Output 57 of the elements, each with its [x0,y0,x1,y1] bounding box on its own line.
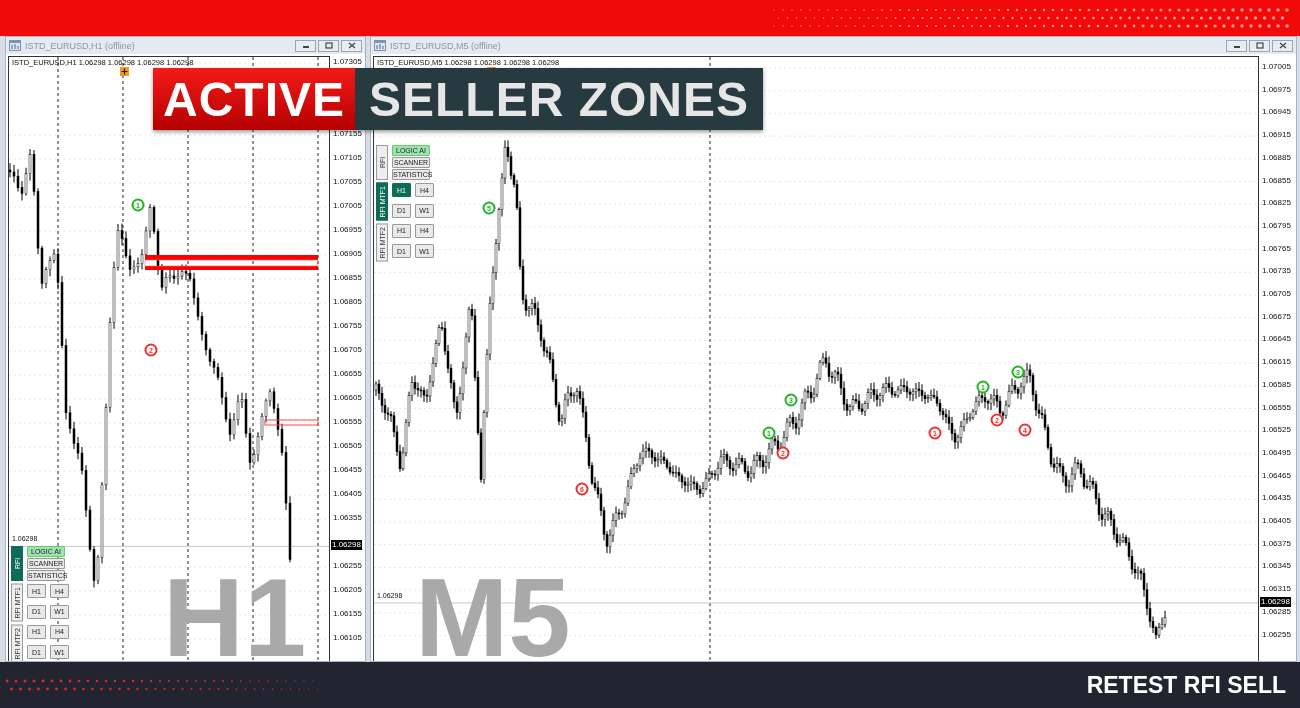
axis-label: 1.06885 [1262,152,1291,163]
axis-label: 1.06155 [333,609,362,619]
axis-label: 1.06375 [1262,538,1291,549]
axis-label: 1.06105 [333,633,362,643]
axis-label: 1.06255 [1262,629,1291,640]
axis-label: 1.07155 [333,129,362,139]
axis-label: 1.06855 [1262,175,1291,186]
axis-label: 1.06735 [1262,266,1291,277]
axis-label: 1.06405 [1262,516,1291,526]
axis-label: 1.06555 [1262,402,1291,413]
window-title: ISTD_EURUSD,M5 (offline) [390,40,502,51]
axis-label: 1.06505 [333,441,362,451]
footer-caption: RETEST RFI SELL [1086,671,1286,699]
timeframe-label: H1 [163,562,307,661]
axis-label: 1.06945 [1262,107,1291,118]
axis-label: 1.06285 [1262,606,1291,617]
axis-label: 1.06805 [333,297,362,307]
axis-label: 1.07305 [333,57,362,67]
axis-label: 1.06765 [1262,243,1291,254]
axis-label: 1.06455 [333,465,362,475]
axis-label: 1.06465 [1262,470,1291,481]
axis-label: 1.06675 [1262,311,1291,322]
window-title: ISTD_EURUSD,H1 (offline) [25,40,136,51]
axis-label: 1.06795 [1262,220,1291,231]
axis-label: 1.07005 [333,201,362,211]
axis-label: 1.06255 [333,561,362,571]
axis-label: 1.06435 [1262,493,1291,504]
axis-label: 1.06645 [1262,334,1291,345]
axis-label: 1.06525 [1262,425,1291,436]
axis-label: 1.06955 [333,225,362,235]
axis-label: 1.06755 [333,321,362,331]
current-price-tag: 1.06298 [331,540,362,551]
axis-label: 1.06345 [1262,561,1291,572]
axis-label: 1.06855 [333,273,362,283]
axis-label: 1.06975 [1262,84,1291,95]
axis-label: 1.06405 [333,489,362,499]
axis-label: 1.06315 [1262,584,1291,595]
axis-label: 1.06705 [1262,289,1291,299]
axis-label: 1.06355 [333,513,362,523]
headline-text: SELLER ZONES [355,68,764,130]
current-price-tag: 1.06298 [1260,596,1291,607]
axis-label: 1.06705 [333,345,362,355]
axis-label: 1.06655 [333,369,362,379]
axis-label: 1.06905 [333,249,362,259]
axis-label: 1.06825 [1262,198,1291,209]
axis-label: 1.06555 [333,417,362,427]
axis-label: 1.06585 [1262,379,1291,390]
axis-label: 1.06205 [333,585,362,595]
headline-highlight: ACTIVE [153,68,355,130]
axis-label: 1.07055 [333,177,362,187]
axis-label: 1.06495 [1262,447,1291,458]
axis-label: 1.06605 [333,393,362,403]
timeframe-label: M5 [415,562,571,661]
axis-label: 1.07105 [333,153,362,163]
axis-label: 1.06615 [1262,357,1291,368]
axis-label: 1.07005 [1262,62,1291,72]
axis-label: 1.06915 [1262,130,1291,141]
